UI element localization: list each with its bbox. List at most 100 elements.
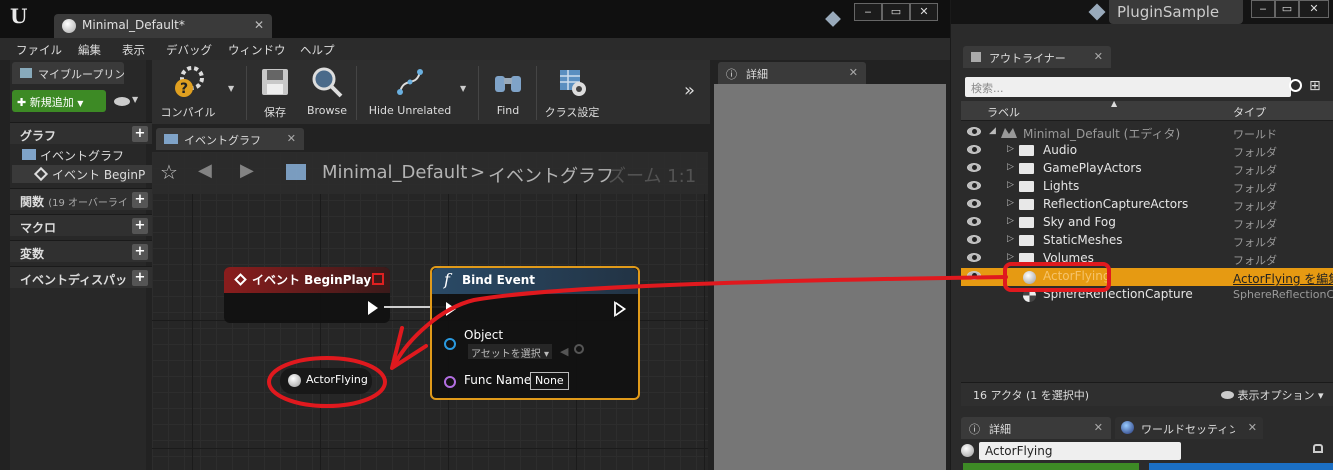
outliner-row-folder[interactable]: ▷ Sky and Fog フォルダ (961, 214, 1333, 232)
close-tab-icon[interactable]: ✕ (254, 18, 264, 32)
find-button[interactable]: Find (482, 64, 534, 122)
document-tab[interactable]: Minimal_Default* ✕ (54, 14, 272, 38)
view-options-button[interactable]: 表示オプション ▾ (1221, 387, 1324, 403)
event-graph-tab[interactable]: イベントグラフ ✕ (156, 128, 304, 150)
expand-arrow-icon[interactable]: ▷ (1007, 252, 1014, 262)
source-control-icon[interactable] (825, 11, 841, 27)
object-input-pin[interactable] (444, 338, 456, 350)
section-functions[interactable]: 関数 (19 オーバーライ + (10, 188, 152, 210)
eye-icon[interactable] (967, 181, 981, 190)
green-edit-button[interactable] (963, 463, 1139, 470)
eye-icon[interactable] (967, 199, 981, 208)
world-settings-tab[interactable]: ワールドセッティング ✕ (1115, 417, 1263, 439)
eye-icon[interactable] (967, 253, 981, 262)
add-new-button[interactable]: ✚ 新規追加 ▼ (12, 90, 106, 112)
eye-icon[interactable] (967, 163, 981, 172)
use-selected-arrow-icon[interactable]: ◀ (560, 345, 568, 358)
outliner-search-input[interactable]: 検索... (965, 77, 1291, 97)
class-settings-button[interactable]: クラス設定 (540, 64, 604, 122)
toolbar-overflow-icon[interactable]: » (684, 80, 695, 101)
add-graph-button[interactable]: + (132, 126, 148, 142)
tree-item-event-beginplay[interactable]: イベント BeginP (12, 165, 152, 183)
expand-arrow-icon[interactable]: ◢ (989, 126, 996, 136)
bind-event-node[interactable]: f Bind Event Object アセットを選択 ▾ ◀ Func Nam… (430, 266, 640, 400)
outliner-row-folder[interactable]: ▷ StaticMeshes フォルダ (961, 232, 1333, 250)
maximize-button[interactable]: ▭ (882, 3, 910, 21)
maximize-button[interactable]: ▭ (1275, 0, 1299, 18)
compile-button[interactable]: ? コンパイル (154, 64, 222, 122)
asset-select-dropdown[interactable]: アセットを選択 ▾ (468, 344, 553, 360)
eye-icon[interactable] (967, 217, 981, 226)
close-tab-icon[interactable]: ✕ (849, 66, 858, 79)
minimize-button[interactable]: ‒ (1251, 0, 1275, 18)
add-dispatcher-button[interactable]: + (132, 270, 148, 286)
eye-icon[interactable] (967, 235, 981, 244)
search-icon[interactable] (1289, 79, 1302, 92)
outliner-row-selected[interactable]: ActorFlying ActorFlying を編集 (961, 268, 1333, 286)
save-button[interactable]: 保存 (250, 64, 300, 122)
section-graph[interactable]: グラフ + (10, 122, 152, 144)
nav-back-icon[interactable]: ◀ (198, 160, 212, 181)
browse-magnifier-icon[interactable] (574, 344, 584, 354)
add-macro-button[interactable]: + (132, 218, 148, 234)
breadcrumb-root[interactable]: Minimal_Default (322, 162, 467, 183)
close-tab-icon[interactable]: ✕ (1094, 421, 1103, 434)
expand-arrow-icon[interactable]: ▷ (1007, 216, 1014, 226)
close-tab-icon[interactable]: ✕ (1248, 421, 1257, 434)
section-macros[interactable]: マクロ + (10, 214, 152, 236)
menu-view[interactable]: 表示 (122, 42, 145, 58)
menu-file[interactable]: ファイル (16, 42, 62, 58)
details-tab[interactable]: ⓘ 詳細 ✕ (718, 62, 866, 84)
expand-arrow-icon[interactable]: ▷ (1007, 144, 1014, 154)
eye-icon[interactable] (967, 145, 981, 154)
menu-debug[interactable]: デバッグ (166, 42, 212, 58)
outliner-tab[interactable]: アウトライナー ✕ (963, 46, 1111, 68)
menu-edit[interactable]: 編集 (78, 42, 101, 58)
section-dispatchers[interactable]: イベントディスパッ + (10, 266, 152, 288)
hide-unrelated-button[interactable]: Hide Unrelated (360, 64, 460, 122)
outliner-row-folder[interactable]: ▷ Lights フォルダ (961, 178, 1333, 196)
outliner-row-folder[interactable]: ▷ Audio フォルダ (961, 142, 1333, 160)
close-tab-icon[interactable]: ✕ (287, 132, 296, 145)
exec-output-pin[interactable] (368, 301, 378, 315)
expand-arrow-icon[interactable]: ▷ (1007, 198, 1014, 208)
add-folder-icon[interactable]: ⊞ (1309, 78, 1321, 94)
actor-reference-node[interactable]: ActorFlying (280, 368, 372, 394)
visibility-toggle[interactable]: ▼ (110, 94, 140, 110)
label-column-header[interactable]: ラベル (987, 104, 1020, 120)
outliner-row-folder[interactable]: ▷ Volumes フォルダ (961, 250, 1333, 268)
menu-window[interactable]: ウィンドウ (228, 42, 286, 58)
eye-icon[interactable] (967, 271, 981, 280)
type-column-header[interactable]: タイプ (1233, 104, 1266, 120)
close-tab-icon[interactable]: ✕ (1094, 50, 1103, 63)
section-variables[interactable]: 変数 + (10, 240, 152, 262)
lock-icon[interactable] (1313, 444, 1323, 453)
tree-item-event-graph[interactable]: イベントグラフ (12, 146, 152, 164)
event-beginplay-node[interactable]: イベント BeginPlay (224, 267, 390, 323)
expand-arrow-icon[interactable]: ▷ (1007, 180, 1014, 190)
favorite-star-icon[interactable]: ☆ (160, 160, 178, 184)
eye-icon[interactable] (967, 127, 981, 136)
details-tab[interactable]: ⓘ 詳細 ✕ (961, 417, 1111, 439)
outliner-row-actor[interactable]: SphereReflectionCapture SphereReflection… (961, 286, 1333, 304)
func-name-field[interactable]: None (530, 372, 569, 390)
nav-forward-icon[interactable]: ▶ (240, 160, 254, 181)
expand-arrow-icon[interactable]: ▷ (1007, 234, 1014, 244)
hide-unrelated-dropdown[interactable]: ▼ (460, 84, 466, 93)
outliner-item-type[interactable]: ActorFlying を編集 (1233, 270, 1333, 287)
add-variable-button[interactable]: + (132, 244, 148, 260)
close-button[interactable]: ✕ (1299, 0, 1329, 18)
minimize-button[interactable]: ‒ (854, 3, 882, 21)
compile-options-dropdown[interactable]: ▼ (228, 84, 234, 93)
outliner-row-folder[interactable]: ▷ ReflectionCaptureActors フォルダ (961, 196, 1333, 214)
outliner-row-folder[interactable]: ▷ GamePlayActors フォルダ (961, 160, 1333, 178)
func-name-input-pin[interactable] (444, 376, 456, 388)
add-function-button[interactable]: + (132, 192, 148, 208)
close-button[interactable]: ✕ (910, 3, 938, 21)
expand-arrow-icon[interactable]: ▷ (1007, 162, 1014, 172)
outliner-row-world[interactable]: ◢ Minimal_Default (エディタ) ワールド (961, 124, 1333, 142)
exec-input-pin[interactable] (446, 302, 456, 316)
source-control-icon[interactable] (1088, 3, 1106, 21)
browse-button[interactable]: Browse (300, 64, 354, 122)
menu-help[interactable]: ヘルプ (300, 42, 335, 58)
